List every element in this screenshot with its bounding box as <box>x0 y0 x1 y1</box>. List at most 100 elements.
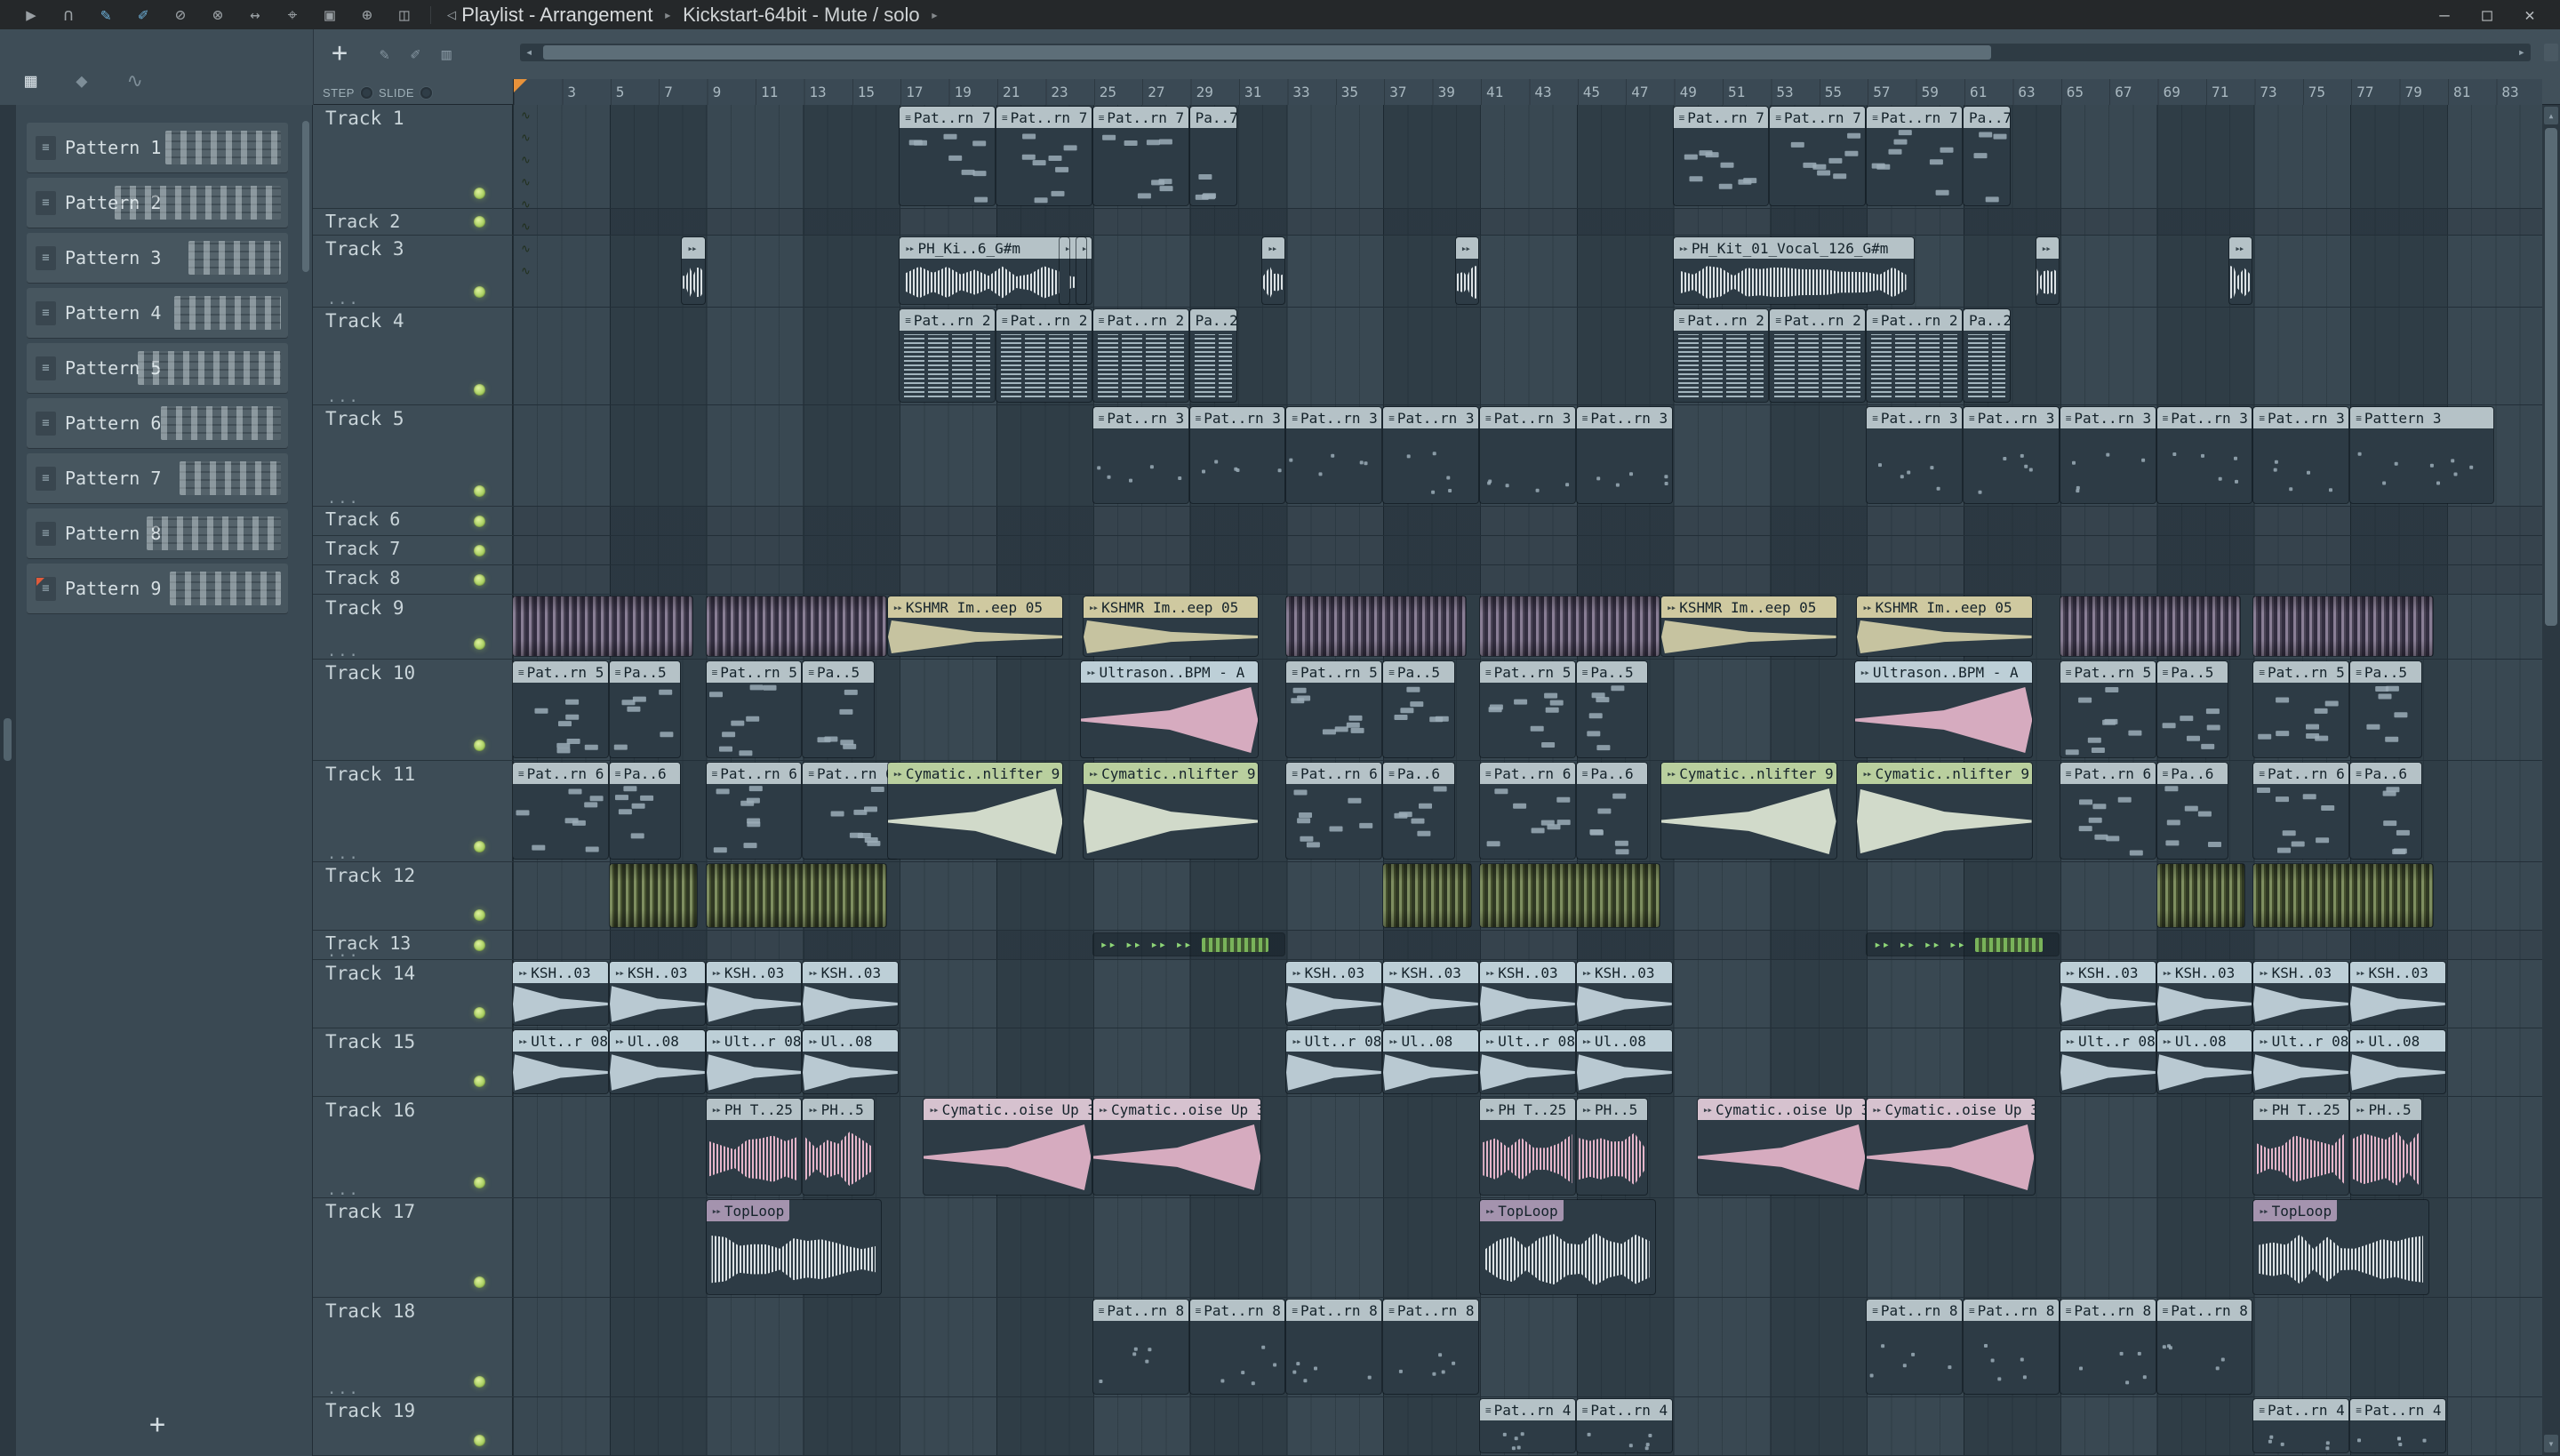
vertical-scroll-thumb[interactable] <box>2545 128 2557 626</box>
audio-clip[interactable]: ▸▸ Ultrason..BPM - A <box>1854 661 2032 757</box>
audio-clip[interactable]: ▸▸ Cymatic..oise Up 3 <box>924 1099 1092 1195</box>
audio-clip[interactable]: ▸▸ Ul..08 <box>1576 1030 1672 1093</box>
pattern-clip[interactable]: ≡ Pat..rn 5 <box>513 661 608 757</box>
pattern-clip[interactable]: ≡ Pat..rn 3 <box>2156 407 2252 503</box>
track-lane[interactable] <box>513 536 2542 565</box>
pattern-clip[interactable]: ≡ Pat..rn 3 <box>2060 407 2156 503</box>
audio-clip[interactable]: ▸▸ <box>682 237 705 304</box>
pattern-clip[interactable]: ≡ Pat..rn 2 <box>1673 309 1769 402</box>
pattern-clip[interactable]: ≡ Pa..5 <box>803 661 874 757</box>
pattern-clip[interactable]: ≡ Pat..rn 3 <box>1286 407 1382 503</box>
pattern-clip[interactable]: ≡ Pa..6 <box>1576 763 1648 859</box>
pattern-clip[interactable]: ≡ Pat..rn 7 <box>1770 107 1866 205</box>
mute-led[interactable] <box>474 384 485 396</box>
pattern-clip[interactable]: ≡ Pa..5 <box>2156 661 2228 757</box>
audio-clip[interactable]: ▸▸ KSH..03 <box>706 962 802 1025</box>
left-strip-handle[interactable] <box>4 718 12 761</box>
pattern-clip[interactable]: ≡ Pat..rn 5 <box>2253 661 2349 757</box>
audio-stripe-clip[interactable] <box>2253 596 2434 656</box>
audio-clip[interactable]: ▸▸ PH T..25 <box>706 1099 802 1195</box>
pattern-clip[interactable]: ≡ Pat..rn 5 <box>2060 661 2156 757</box>
mute-led[interactable] <box>474 740 485 751</box>
step-toggle[interactable] <box>360 87 372 99</box>
track-name-row[interactable]: Track 9... <box>313 595 513 660</box>
mute-led[interactable] <box>474 485 485 497</box>
audio-clip[interactable]: ▸▸ TopLoop <box>706 1200 882 1294</box>
maximize-button[interactable]: □ <box>2466 5 2508 25</box>
audio-clip[interactable]: ▸▸ PH..5 <box>1576 1099 1648 1195</box>
pattern-item[interactable]: ≡ Pattern 2 <box>27 178 288 228</box>
mute-led[interactable] <box>474 1076 485 1087</box>
audio-clip[interactable]: ▸▸ KSH..03 <box>2253 962 2349 1025</box>
audio-clip[interactable]: ▸▸ KSHMR Im..eep 05 <box>1661 596 1836 656</box>
audio-clip[interactable]: ▸▸ Ul..08 <box>1383 1030 1478 1093</box>
pattern-clip[interactable]: ≡ Pat..rn 8 <box>2156 1300 2252 1394</box>
pattern-clip[interactable]: ≡ Pa..6 <box>2350 763 2421 859</box>
audio-stripe-clip[interactable] <box>1286 596 1467 656</box>
pattern-clip[interactable]: ≡ Pat..rn 2 <box>1770 309 1866 402</box>
track-collapse-dots[interactable]: ... <box>327 490 360 508</box>
audio-clip[interactable]: ▸▸ PH T..25 <box>1480 1099 1575 1195</box>
pattern-item[interactable]: ≡ Pattern 4 <box>27 288 288 338</box>
track-name-row[interactable]: Track 7 <box>313 536 513 565</box>
audio-clip[interactable]: ▸▸ KSH..03 <box>609 962 705 1025</box>
track-collapse-dots[interactable]: ... <box>327 1380 360 1398</box>
pattern-clip[interactable]: ≡ Pa..6 <box>2156 763 2228 859</box>
pattern-clip[interactable]: ≡ Pa..5 <box>609 661 681 757</box>
track-collapse-dots[interactable]: ... <box>327 643 360 660</box>
track-name-row[interactable]: Track 6 <box>313 507 513 536</box>
pattern-clip[interactable]: ≡ Pa..6 <box>609 763 681 859</box>
mute-led[interactable] <box>474 1376 485 1388</box>
pattern-clip[interactable]: ≡ Pat..rn 8 <box>1383 1300 1478 1394</box>
vertical-scrollbar[interactable]: ▴ ▾ <box>2542 105 2560 1456</box>
mute-led[interactable] <box>474 909 485 921</box>
track-lane[interactable] <box>513 507 2542 536</box>
header-corner-button[interactable] <box>2544 44 2558 61</box>
track-name-row[interactable]: Track 5... <box>313 405 513 508</box>
pattern-item[interactable]: ≡ Pattern 3 <box>27 233 288 283</box>
audio-clip[interactable]: ▸▸ Ult..r 08 <box>2253 1030 2349 1093</box>
audio-clip[interactable]: ▸▸ Cymatic..nlifter 9 <box>1661 763 1836 859</box>
audio-clip[interactable]: ▸▸ <box>1059 237 1070 304</box>
pattern-clip[interactable]: ≡ Pat..rn 3 <box>1383 407 1478 503</box>
audio-clip[interactable]: ▸▸ PH T..25 <box>2253 1099 2349 1195</box>
track-name-row[interactable]: Track 8 <box>313 565 513 595</box>
minimize-button[interactable]: — <box>2423 5 2466 25</box>
audio-clip[interactable]: ▸▸ KSHMR Im..eep 05 <box>887 596 1063 656</box>
pattern-clip[interactable]: ≡ Pa..5 <box>2350 661 2421 757</box>
mute-led[interactable] <box>474 286 485 298</box>
audio-clip[interactable]: ▸▸ Cymatic..nlifter 9 <box>1083 763 1259 859</box>
picker-icon[interactable]: ◆ <box>76 70 87 92</box>
mute-led[interactable] <box>474 939 485 951</box>
audio-clip[interactable]: ▸▸ Cymatic..oise Up 3 <box>1092 1099 1261 1195</box>
pencil-tool-icon[interactable]: ✎ <box>380 45 389 64</box>
mute-led[interactable] <box>474 638 485 650</box>
pattern-clip[interactable]: ≡ Pat..rn 3 <box>1092 407 1188 503</box>
audio-clip[interactable]: ▸▸ PH_Kit_01_Vocal_126_G#m <box>1673 237 1914 304</box>
audio-clip[interactable]: ▸▸ Cymatic..nlifter 9 <box>1857 763 2032 859</box>
track-collapse-dots[interactable]: ... <box>327 1181 360 1199</box>
mute-led[interactable] <box>474 216 485 228</box>
audio-clip[interactable]: ▸▸ KSH..03 <box>803 962 899 1025</box>
horizontal-scroll-thumb[interactable] <box>543 45 1991 60</box>
track-lane[interactable] <box>513 565 2542 595</box>
pattern-item[interactable]: ≡ Pattern 6 <box>27 398 288 448</box>
stretch-tool-icon[interactable]: ↔ <box>236 5 274 25</box>
audio-clip[interactable]: ▸▸ Ul..08 <box>609 1030 705 1093</box>
audio-clip[interactable]: ▸▸ Cymatic..nlifter 9 <box>887 763 1063 859</box>
pattern-clip[interactable]: Pa..2 <box>1964 309 2011 402</box>
pattern-clip[interactable]: ≡ Pat..rn 6 <box>1286 763 1382 859</box>
audio-clip[interactable]: ▸▸ KSHMR Im..eep 05 <box>1857 596 2032 656</box>
pattern-clip[interactable]: ≡ Pat..rn 6 <box>706 763 802 859</box>
audio-clip[interactable]: ▸▸ KSH..03 <box>1286 962 1382 1025</box>
pattern-clip[interactable]: ≡ Pattern 3 <box>2350 407 2494 503</box>
audio-stripe-clip[interactable] <box>2156 864 2245 927</box>
pattern-clip[interactable]: ≡ Pat..rn 7 <box>900 107 995 205</box>
mute-led[interactable] <box>474 573 485 586</box>
play-icon[interactable]: ▶ <box>12 5 50 25</box>
pattern-clip[interactable]: ≡ Pat..rn 5 <box>1480 661 1575 757</box>
pattern-clip[interactable]: ≡ Pat..rn 4 <box>2253 1399 2349 1452</box>
mute-led[interactable] <box>474 188 485 199</box>
scroll-down-button[interactable]: ▾ <box>2544 1435 2558 1452</box>
pattern-item[interactable]: ≡ Pattern 8 <box>27 508 288 558</box>
